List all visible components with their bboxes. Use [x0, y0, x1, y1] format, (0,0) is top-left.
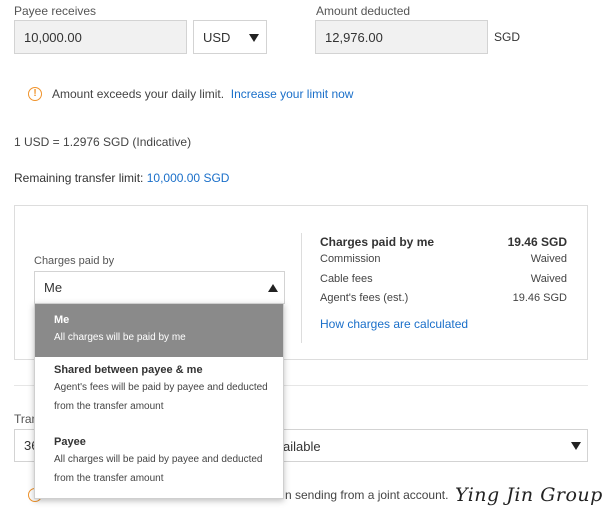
limit-warning: Amount exceeds your daily limit. Increas…: [52, 87, 353, 101]
option-title: Me: [54, 314, 70, 326]
deducted-currency: SGD: [494, 30, 521, 44]
dropdown-option-me[interactable]: Me All charges will be paid by me: [35, 304, 283, 357]
increase-limit-link[interactable]: Increase your limit now: [231, 87, 354, 101]
limit-warning-text: Amount exceeds your daily limit.: [52, 87, 225, 101]
option-desc: All charges will be paid by payee and de…: [54, 454, 263, 465]
remaining-limit-value: 10,000.00 SGD: [146, 171, 230, 185]
exchange-rate: 1 USD = 1.2976 SGD (Indicative): [14, 135, 192, 149]
warning-icon: !: [28, 87, 42, 101]
charges-summary-title: Charges paid by me: [320, 235, 435, 249]
option-desc: Agent's fees will be paid by payee and d…: [54, 382, 268, 393]
cable-fees-value: Waived: [530, 273, 567, 285]
deducted-amount-input[interactable]: 12,976.00: [315, 20, 488, 54]
charges-divider: [301, 233, 302, 343]
commission-value: Waived: [530, 253, 567, 265]
option-desc-2: from the transfer amount: [54, 401, 164, 412]
transfer-value-end: ailable: [283, 439, 321, 454]
option-desc: All charges will be paid by me: [54, 332, 186, 343]
remaining-limit: Remaining transfer limit: 10,000.00 SGD: [14, 171, 229, 185]
agent-fees-label: Agent's fees (est.): [320, 292, 409, 304]
chevron-down-icon: [249, 34, 259, 42]
option-title: Shared between payee & me: [54, 364, 203, 376]
option-desc-2: from the transfer amount: [54, 473, 164, 484]
option-title: Payee: [54, 436, 86, 448]
commission-label: Commission: [320, 253, 381, 265]
payee-receives-label: Payee receives: [14, 4, 97, 18]
chevron-up-icon: [268, 284, 278, 292]
chevron-down-icon: [571, 442, 581, 450]
charges-dropdown-menu: Me All charges will be paid by me Shared…: [34, 303, 284, 499]
charges-summary-total: 19.46 SGD: [507, 235, 567, 249]
dropdown-option-shared[interactable]: Shared between payee & me Agent's fees w…: [35, 364, 283, 430]
amount-deducted-label: Amount deducted: [316, 4, 411, 18]
remaining-limit-label: Remaining transfer limit:: [14, 171, 144, 185]
charges-paid-by-label: Charges paid by: [34, 255, 115, 267]
payee-amount-value: 10,000.00: [24, 29, 82, 45]
dropdown-option-payee[interactable]: Payee All charges will be paid by payee …: [35, 436, 283, 498]
signature-watermark: Ying Jin Group: [455, 484, 603, 506]
agent-fees-value: 19.46 SGD: [512, 292, 567, 304]
cable-fees-label: Cable fees: [320, 273, 373, 285]
charges-selected-value: Me: [44, 280, 63, 295]
how-charges-calculated-link[interactable]: How charges are calculated: [320, 317, 468, 331]
joint-account-note: n sending from a joint account.: [285, 488, 449, 502]
payee-currency-select[interactable]: USD: [193, 20, 267, 54]
charges-paid-by-select[interactable]: Me: [34, 271, 285, 304]
payee-amount-input[interactable]: 10,000.00: [14, 20, 187, 54]
deducted-amount-value: 12,976.00: [325, 29, 383, 45]
payee-currency-value: USD: [203, 29, 231, 45]
